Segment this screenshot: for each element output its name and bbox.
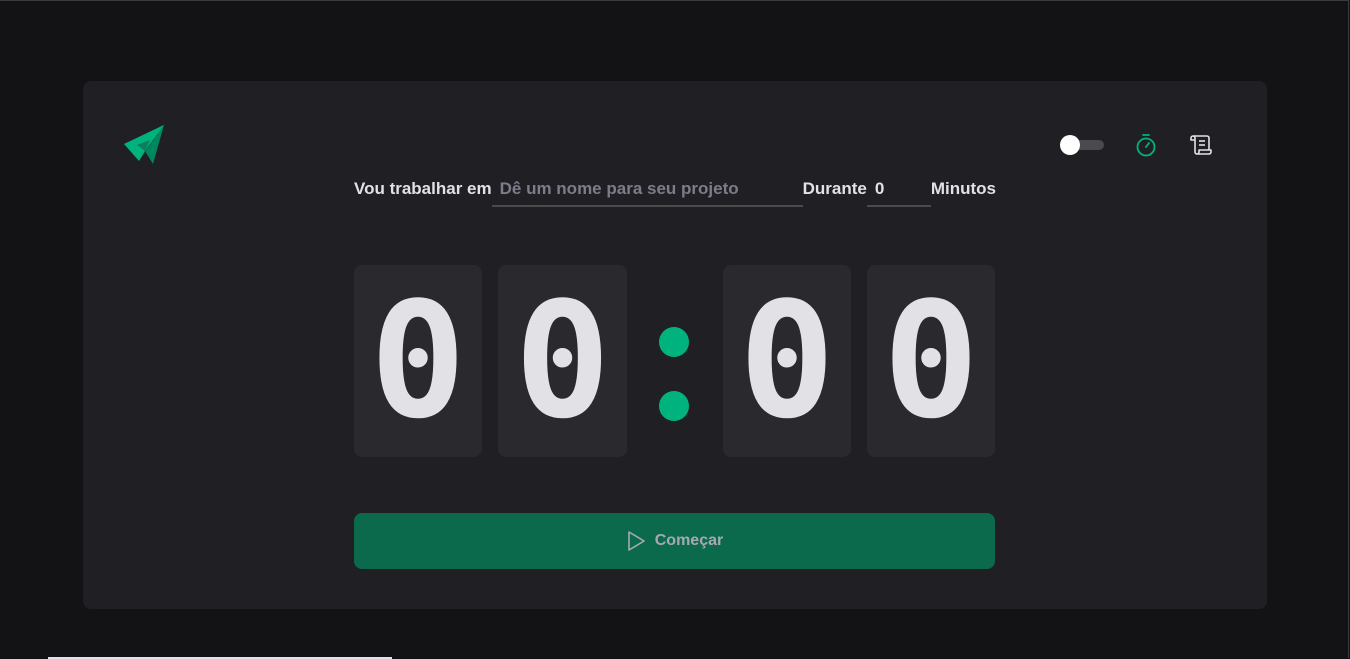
scroll-icon: [1190, 135, 1212, 155]
task-form: Vou trabalhar em Durante Minutos: [354, 173, 996, 213]
separator-top-dot: [659, 327, 689, 357]
duration-label: Durante: [802, 179, 867, 198]
countdown-display: 0 0 0 0: [354, 265, 995, 457]
timer-card: Vou trabalhar em Durante Minutos 0 0 0 0…: [83, 81, 1267, 609]
task-label: Vou trabalhar em: [354, 179, 492, 198]
separator-bottom-dot: [659, 391, 689, 421]
history-nav-button[interactable]: [1187, 131, 1215, 159]
countdown-separator: [642, 325, 706, 425]
timer-nav-button[interactable]: [1132, 131, 1160, 159]
minutes-tens-digit: 0: [354, 265, 482, 457]
paper-plane-logo-icon[interactable]: [123, 125, 165, 165]
theme-toggle[interactable]: [1060, 132, 1106, 158]
start-button-label: Começar: [654, 532, 724, 549]
minutes-input[interactable]: [866, 173, 931, 207]
header-toolbar: [1060, 129, 1215, 161]
toggle-knob: [1060, 135, 1080, 155]
seconds-ones-digit: 0: [867, 265, 995, 457]
minutes-suffix-label: Minutos: [930, 179, 996, 198]
project-name-input[interactable]: [491, 173, 803, 207]
minutes-ones-digit: 0: [498, 265, 627, 457]
seconds-tens-digit: 0: [723, 265, 851, 457]
start-button[interactable]: Começar: [354, 513, 995, 569]
play-icon: [627, 531, 645, 551]
timer-icon: [1136, 134, 1156, 157]
